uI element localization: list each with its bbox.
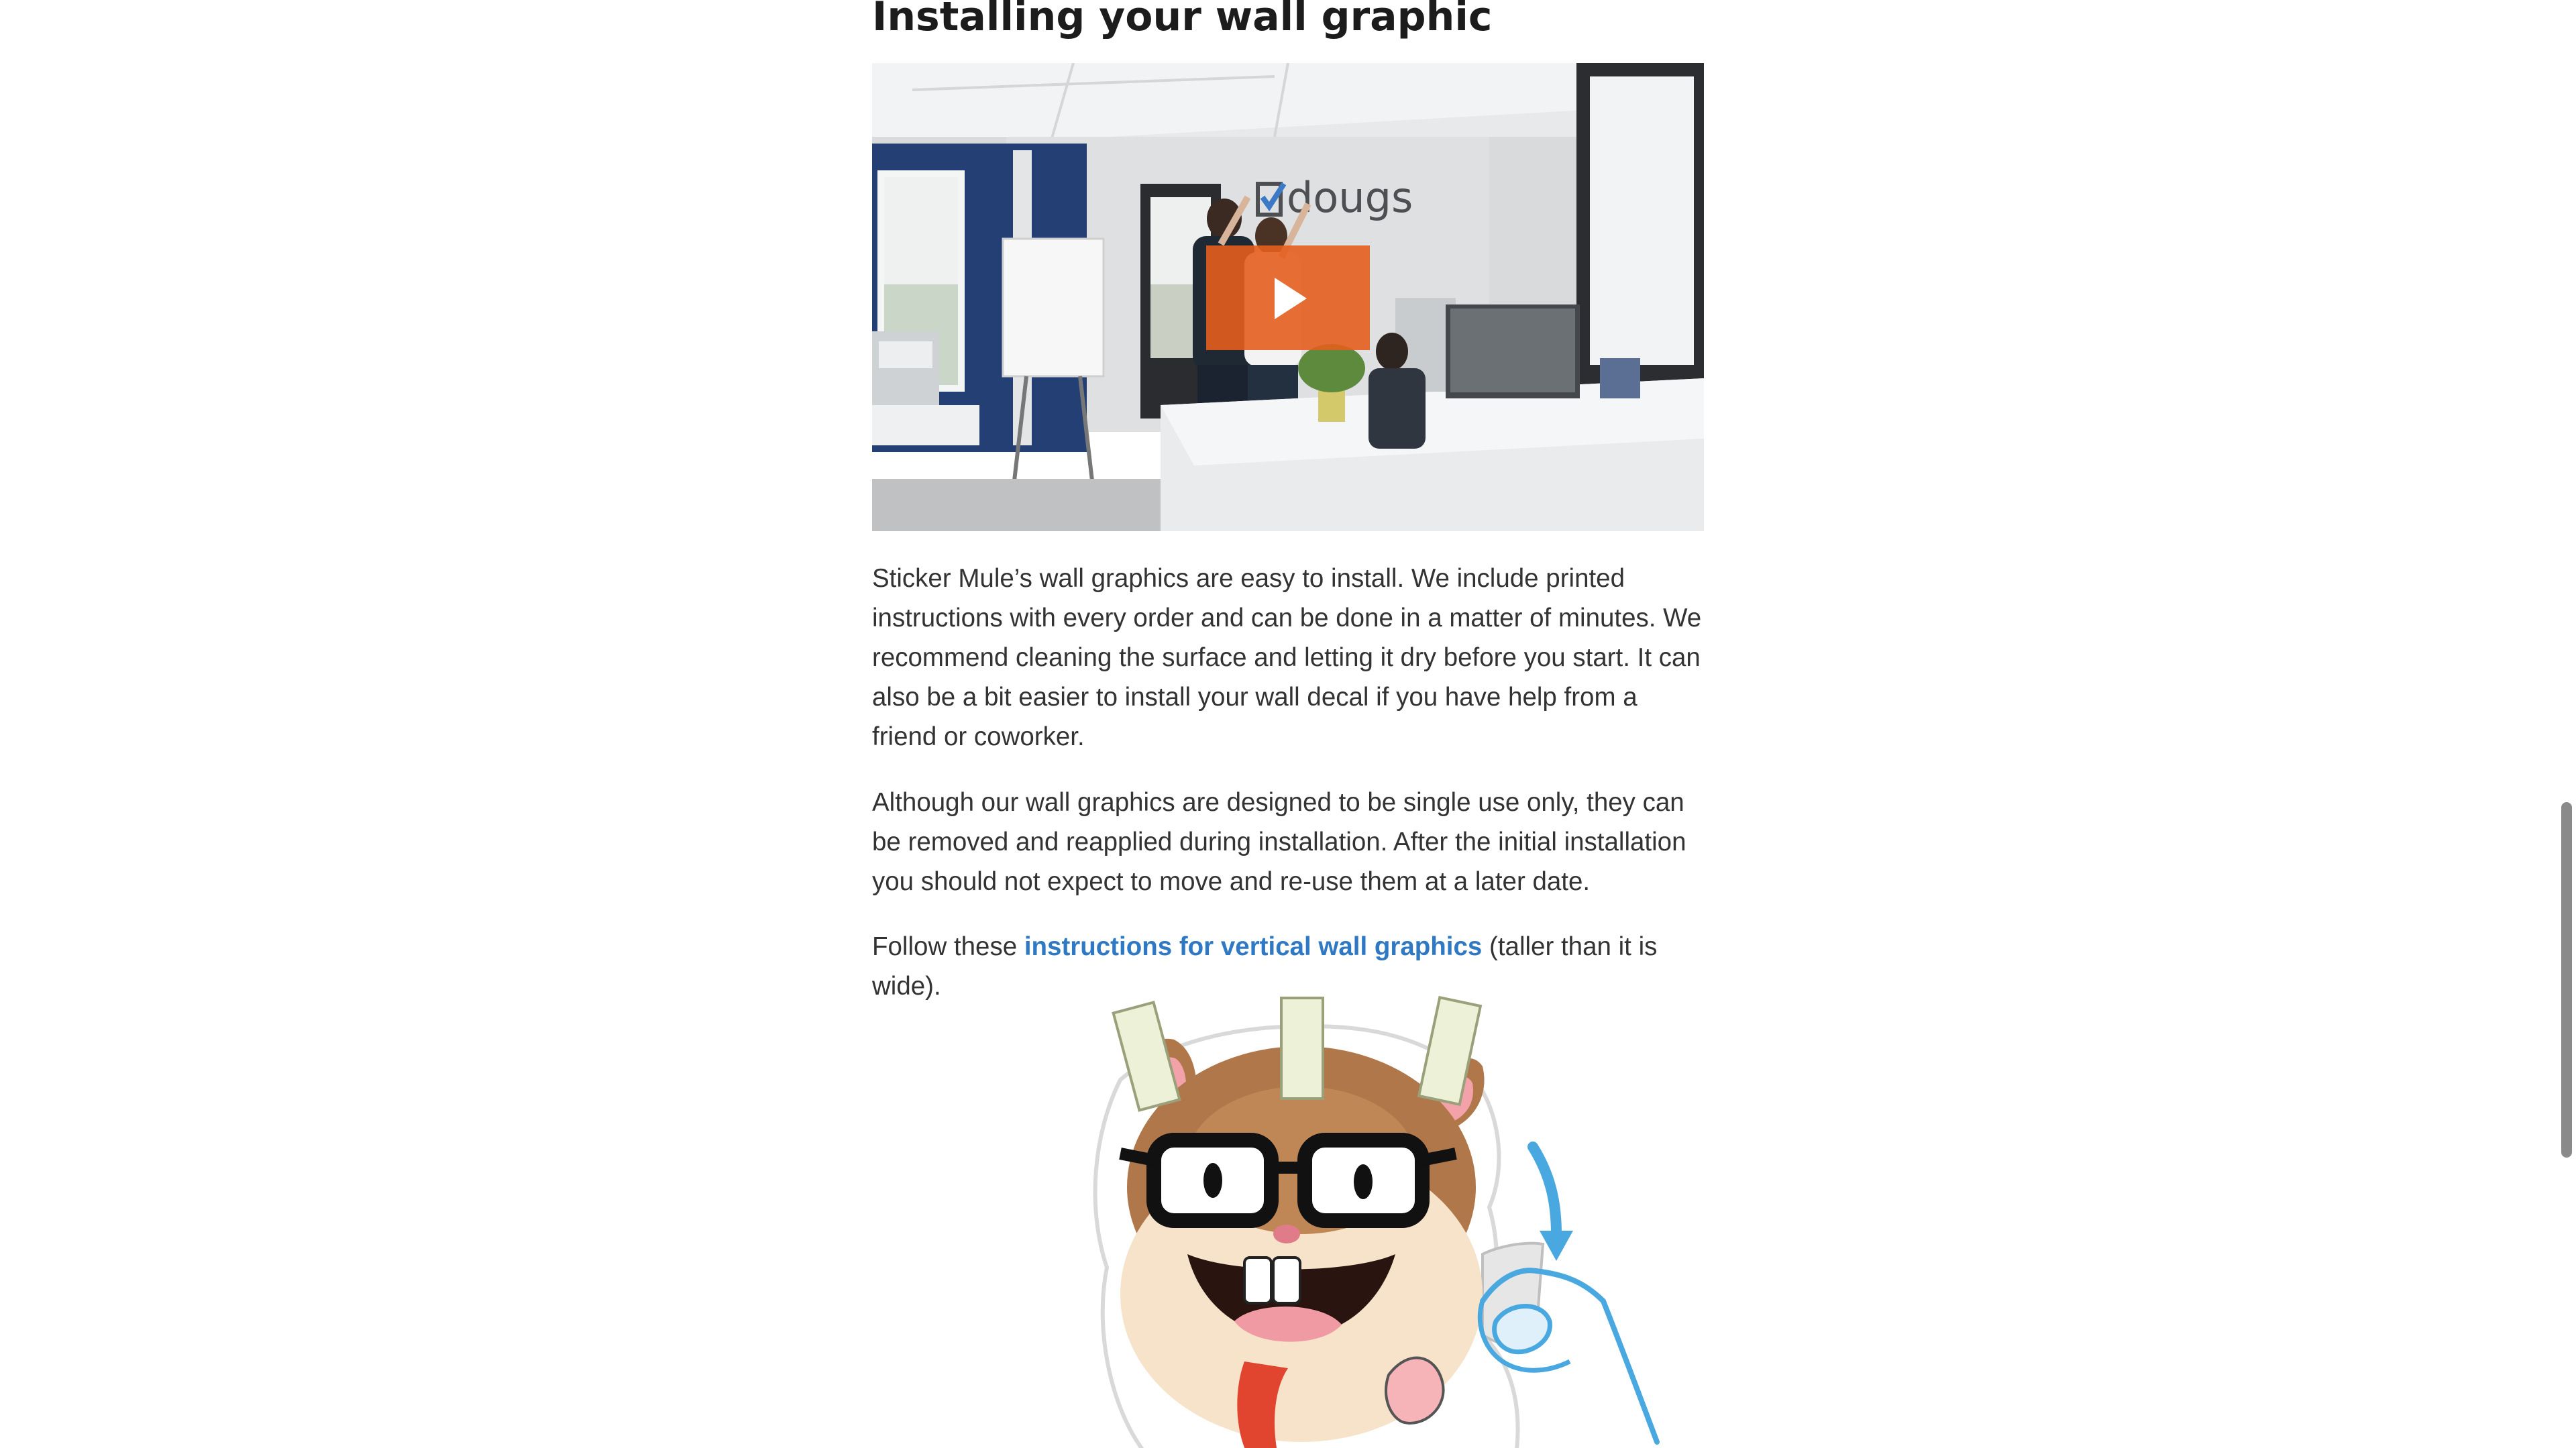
- hamster-mascot-illustration: [1093, 995, 1660, 1448]
- vertical-instructions-link[interactable]: instructions for vertical wall graphics: [1024, 932, 1483, 961]
- section-heading: Installing your wall graphic: [872, 0, 1493, 40]
- scrollbar-thumb[interactable]: [2561, 802, 2572, 1158]
- paragraph-install-intro: Sticker Mule’s wall graphics are easy to…: [872, 564, 1702, 751]
- scrollbar-track[interactable]: [2556, 0, 2576, 1448]
- video-player[interactable]: dougs: [872, 63, 1704, 531]
- video-play-button[interactable]: [1206, 245, 1370, 350]
- play-icon: [1275, 278, 1307, 319]
- paragraph-single-use: Although our wall graphics are designed …: [872, 788, 1686, 896]
- paragraph-text-before: Follow these: [872, 932, 1024, 961]
